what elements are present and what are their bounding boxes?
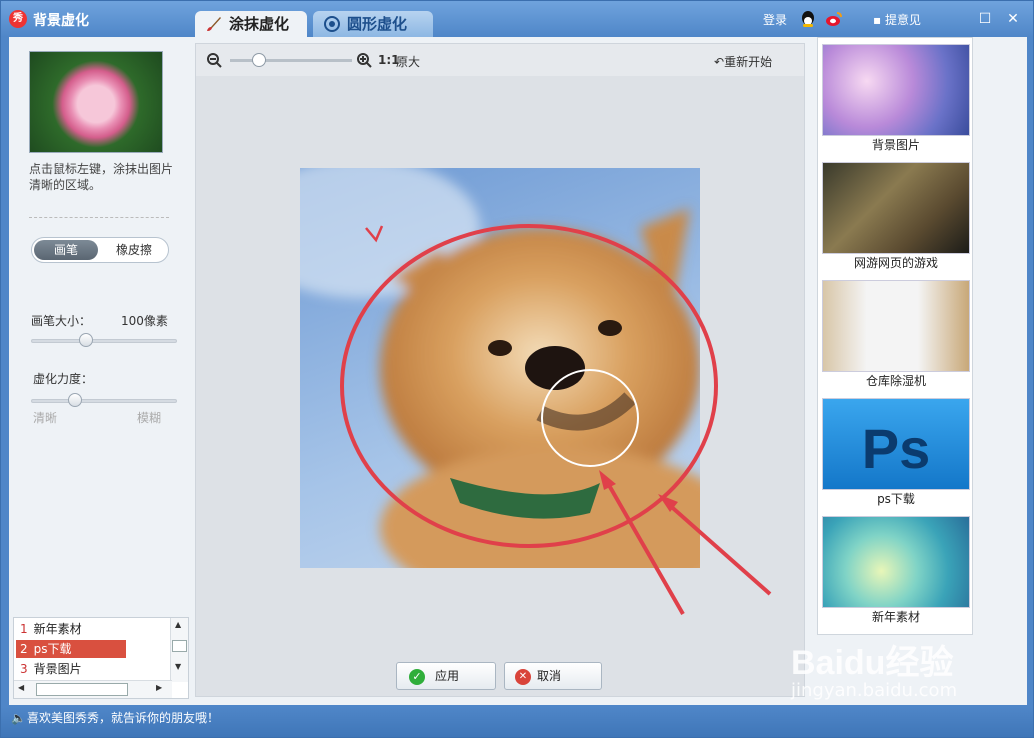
title-bar: 秀 背景虚化 涂抹虚化 圆形虚化 登录 ▪ 提意见 ☐ ✕: [1, 1, 1033, 37]
ad-caption: ps下载: [877, 492, 915, 506]
ad-caption: 背景图片: [871, 138, 920, 152]
ad-image: [822, 516, 970, 608]
preview-thumbnail: [29, 51, 163, 153]
annotation-overlay: [340, 224, 772, 615]
app-logo-icon: 秀: [9, 10, 27, 28]
brush-icon: [207, 17, 221, 31]
watermark-brand: Baidu经验: [791, 644, 954, 682]
weibo-icon[interactable]: [825, 10, 843, 28]
ad-item[interactable]: 背景图片: [822, 44, 970, 154]
highlight-ellipse: [340, 224, 718, 548]
app-title: 背景虚化: [33, 13, 89, 29]
blur-strength-slider-handle[interactable]: [67, 393, 82, 407]
scroll-up-icon[interactable]: ▲: [175, 620, 181, 629]
list-item-number: 2: [20, 642, 28, 656]
arrow-head-1: [599, 470, 616, 490]
ad-image: [822, 280, 970, 372]
tab-smear-blur-label: 涂抹虚化: [229, 15, 290, 33]
blur-strength-label: 虚化力度：: [33, 372, 94, 386]
check-icon: ✓: [409, 669, 425, 685]
qq-icon[interactable]: [799, 10, 817, 28]
canvas-area: 1:1 原大 ↶重新开始 ✓ 应用 ✕ 取消: [195, 43, 805, 697]
tab-circle-blur[interactable]: 圆形虚化: [313, 11, 433, 37]
blur-max-label: 模糊: [137, 411, 162, 425]
divider: [29, 217, 169, 218]
ad-item[interactable]: 仓库除湿机: [822, 280, 970, 390]
tab-circle-blur-label: 圆形虚化: [347, 15, 408, 33]
brush-size-value: 100像素: [121, 314, 168, 328]
brush-size-slider-handle[interactable]: [79, 333, 94, 347]
cancel-label: 取消: [537, 669, 562, 683]
list-item[interactable]: 3 背景图片: [16, 660, 126, 678]
left-panel: 点击鼠标左键，涂抹出图片清晰的区域。 画笔 橡皮擦 画笔大小： 100像素 虚化…: [9, 37, 189, 705]
tab-smear-blur[interactable]: 涂抹虚化: [195, 11, 307, 37]
scroll-down-icon[interactable]: ▼: [175, 662, 181, 671]
list-item-number: 3: [20, 662, 28, 676]
apply-button[interactable]: ✓ 应用: [396, 662, 496, 690]
scroll-right-icon[interactable]: ▶: [156, 683, 162, 692]
ad-caption: 新年素材: [871, 610, 920, 624]
feedback-button[interactable]: ▪ 提意见: [873, 11, 921, 28]
vertical-scrollbar[interactable]: ▲ ▼: [170, 618, 188, 682]
feedback-label: 提意见: [884, 13, 921, 27]
scroll-thumb[interactable]: [36, 683, 128, 696]
ad-caption: 仓库除湿机: [865, 374, 926, 388]
list-item-number: 1: [20, 622, 28, 636]
blur-min-label: 清晰: [33, 411, 58, 425]
close-icon[interactable]: ✕: [1003, 9, 1023, 29]
brush-size-label: 画笔大小：: [31, 314, 92, 328]
brush-mode-switch: 画笔 橡皮擦: [31, 237, 169, 263]
eraser-tab[interactable]: 橡皮擦: [102, 240, 166, 260]
instruction-text: 点击鼠标左键，涂抹出图片清晰的区域。: [29, 162, 174, 192]
list-item-label: 背景图片: [33, 662, 82, 676]
blur-strength-slider[interactable]: [31, 399, 177, 403]
cancel-icon: ✕: [515, 669, 531, 685]
watermark-url: jingyan.baidu.com: [791, 680, 958, 701]
baidu-watermark: Baidu经验 jingyan.baidu.com: [791, 635, 991, 715]
recommend-panel: 背景图片 网游网页的游戏 仓库除湿机 Ps ps下载 新年素材: [817, 37, 973, 635]
history-list: 1 新年素材 2 ps下载 3 背景图片 ▲ ▼ ◀ ▶: [13, 617, 189, 699]
login-link[interactable]: 登录: [763, 11, 787, 28]
apply-label: 应用: [435, 669, 460, 683]
ad-caption: 网游网页的游戏: [853, 256, 938, 270]
ad-image: [822, 44, 970, 136]
arrow-line-2: [664, 500, 772, 596]
brush-size-slider[interactable]: [31, 339, 177, 343]
speaker-icon: 🔈: [11, 711, 26, 725]
ad-item[interactable]: 新年素材: [822, 516, 970, 626]
ad-image: [822, 162, 970, 254]
horizontal-scrollbar[interactable]: ◀ ▶: [14, 680, 172, 698]
list-item-label: 新年素材: [33, 622, 82, 636]
ad-item[interactable]: Ps ps下载: [822, 398, 970, 508]
list-item-selected[interactable]: 2 ps下载: [16, 640, 126, 658]
annotation-tick: [365, 225, 384, 243]
brush-tab[interactable]: 画笔: [34, 240, 98, 260]
list-item[interactable]: 1 新年素材: [16, 620, 126, 638]
ad-item[interactable]: 网游网页的游戏: [822, 162, 970, 272]
scroll-left-icon[interactable]: ◀: [18, 683, 24, 692]
photoshop-logo-icon: Ps: [822, 398, 970, 490]
cancel-button[interactable]: ✕ 取消: [504, 662, 602, 690]
status-text[interactable]: 喜欢美图秀秀，就告诉你的朋友哦！: [27, 711, 219, 725]
app-window: 秀 背景虚化 涂抹虚化 圆形虚化 登录 ▪ 提意见 ☐ ✕ 点击鼠标左键，涂抹出…: [0, 0, 1034, 738]
maximize-icon[interactable]: ☐: [975, 9, 995, 29]
scroll-thumb[interactable]: [172, 640, 187, 652]
target-icon: [324, 16, 340, 32]
chat-bubble-icon: ▪: [873, 13, 882, 27]
list-item-label: ps下载: [33, 642, 72, 656]
client-area: 点击鼠标左键，涂抹出图片清晰的区域。 画笔 橡皮擦 画笔大小： 100像素 虚化…: [9, 37, 1027, 705]
